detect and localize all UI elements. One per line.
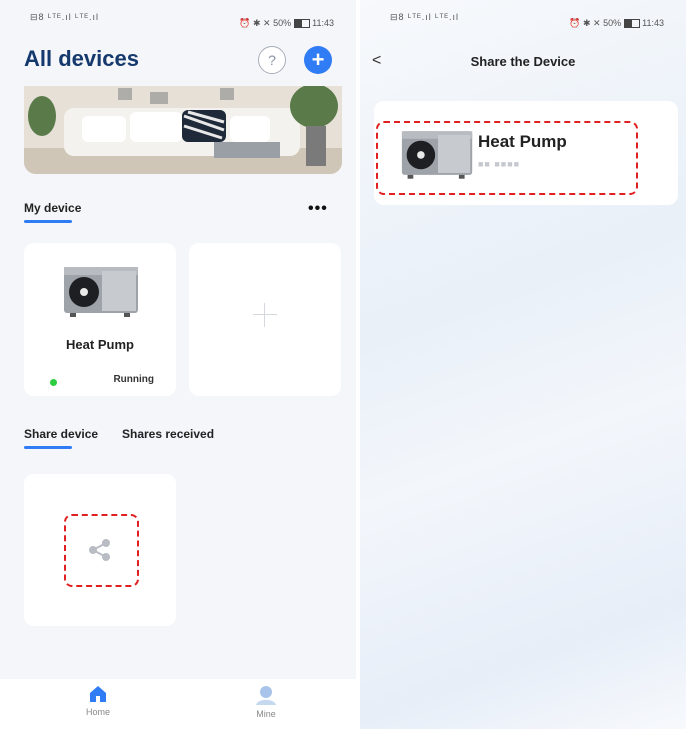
more-options-button[interactable]: ••• (308, 200, 328, 218)
add-device-button[interactable]: + (304, 46, 332, 74)
status-bar-right: ⊟8 ᴸᵀᴱ.ıl ᴸᵀᴱ.ıl ⏰ ✱ ✕ 50% 11:43 (360, 0, 686, 36)
tab-home[interactable]: Home (68, 685, 128, 717)
signal-indicator: ⊟8 ᴸᵀᴱ.ıl ᴸᵀᴱ.ıl (30, 12, 100, 22)
share-highlight-box (64, 514, 139, 587)
status-bar: ⊟8 ᴸᵀᴱ.ıl ᴸᵀᴱ.ıl ⏰ ✱ ✕ 50% 11:43 (0, 0, 356, 36)
clock-right: 11:43 (642, 18, 664, 28)
tab-shares-received[interactable]: Shares received (122, 427, 214, 441)
status-icons: ⏰ ✱ ✕ (239, 18, 274, 28)
status-dot (50, 379, 57, 386)
battery-icon-right (623, 19, 640, 29)
page-title: All devices (24, 46, 139, 71)
tab-share-device[interactable]: Share device (24, 427, 98, 441)
signal-indicator-right: ⊟8 ᴸᵀᴱ.ıl ᴸᵀᴱ.ıl (390, 12, 460, 22)
user-icon (256, 686, 276, 705)
battery-percent: 50% (273, 18, 292, 28)
share-device-underline (24, 446, 72, 449)
my-device-title: My device (24, 201, 82, 215)
tab-home-label: Home (85, 707, 110, 717)
share-page-title: Share the Device (470, 54, 576, 69)
bottom-tab-bar: Home Mine (0, 679, 356, 729)
add-device-card[interactable] (189, 243, 341, 396)
help-button[interactable]: ? (258, 46, 286, 74)
device-highlight-box (376, 121, 638, 195)
device-name: Heat Pump (66, 337, 134, 352)
plus-icon (253, 303, 277, 327)
device-card-heat-pump[interactable]: Heat Pump Running (24, 243, 176, 396)
battery-percent-right: 50% (603, 18, 622, 28)
heat-pump-icon (64, 267, 138, 317)
battery-icon (293, 19, 310, 29)
home-banner-image (24, 86, 342, 174)
home-icon (90, 686, 106, 702)
living-room-illustration (24, 86, 342, 174)
status-icons-right: ⏰ ✱ ✕ (569, 18, 604, 28)
home-screen: ⊟8 ᴸᵀᴱ.ıl ᴸᵀᴱ.ıl ⏰ ✱ ✕ 50% 11:43 All dev… (0, 0, 356, 729)
share-device-screen: ⊟8 ᴸᵀᴱ.ıl ᴸᵀᴱ.ıl ⏰ ✱ ✕ 50% 11:43 < Share… (360, 0, 686, 729)
my-device-underline (24, 220, 72, 223)
device-status: Running (113, 374, 154, 385)
tab-mine[interactable]: Mine (236, 685, 296, 719)
clock: 11:43 (312, 18, 334, 28)
tab-mine-label: Mine (256, 709, 276, 719)
